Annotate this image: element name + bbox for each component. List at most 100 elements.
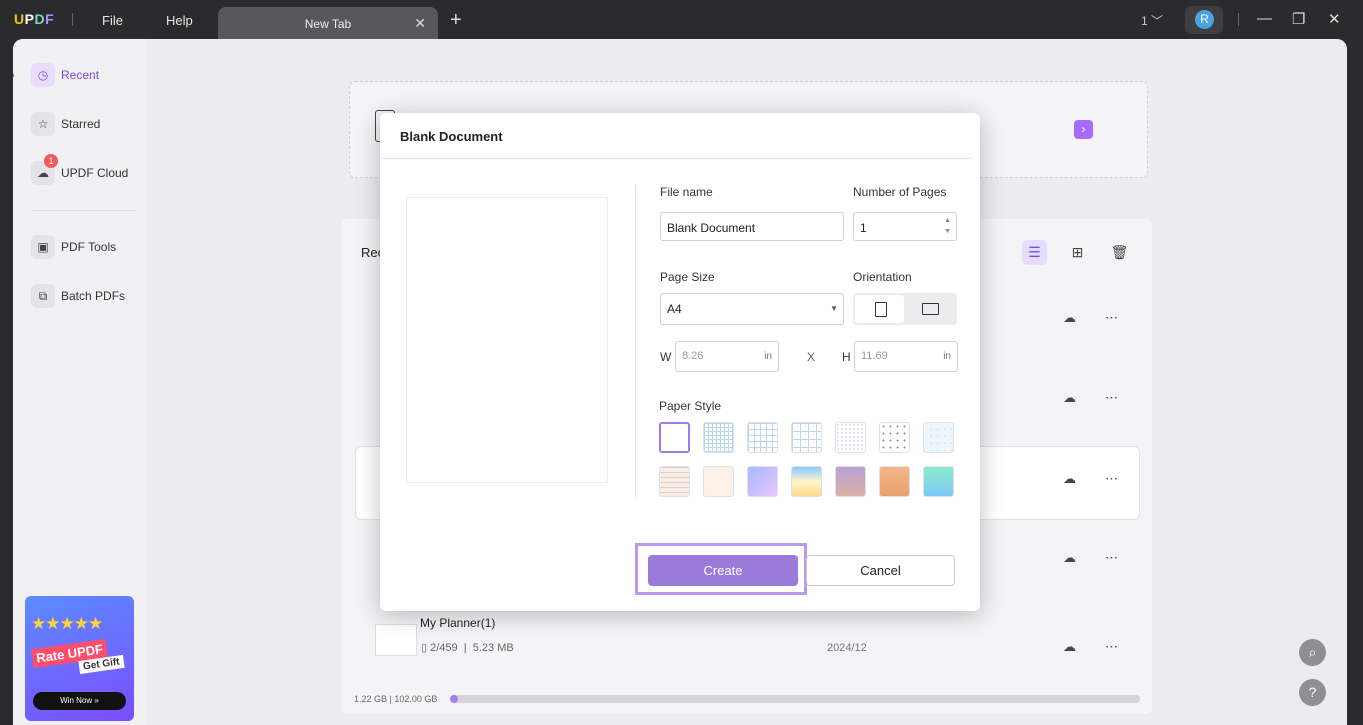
- storage-usage-text: 1.22 GB | 102.00 GB: [354, 694, 438, 704]
- star-icon: ☆: [31, 112, 55, 136]
- cloud-upload-icon[interactable]: ☁: [1063, 471, 1076, 487]
- paper-style-isometric[interactable]: [923, 422, 954, 453]
- list-view-icon[interactable]: ☰: [1022, 240, 1047, 265]
- file-meta: ▯ 2/459 | 5.23 MB: [421, 642, 514, 654]
- paper-style-lined-beige[interactable]: [659, 466, 690, 497]
- page-preview: [407, 198, 607, 482]
- sidebar-item-label: Starred: [61, 117, 101, 131]
- menu-file[interactable]: File: [102, 13, 123, 28]
- cloud-upload-icon[interactable]: ☁: [1063, 310, 1076, 326]
- decrement-icon[interactable]: ▼: [944, 228, 951, 235]
- cloud-upload-icon[interactable]: ☁: [1063, 550, 1076, 566]
- height-label: H: [842, 350, 851, 364]
- sidebar-item-batch-pdfs[interactable]: ⧉ Batch PDFs: [31, 281, 137, 311]
- landscape-page-icon[interactable]: [922, 303, 939, 315]
- title-bar: UPDF File Help New Tab ✕ + 1 ﹀ R — ❐ ✕: [0, 0, 1363, 40]
- tab-new-tab[interactable]: New Tab ✕: [218, 7, 438, 40]
- more-options-icon[interactable]: ⋯: [1105, 390, 1118, 406]
- trash-icon[interactable]: 🗑: [1107, 240, 1132, 265]
- increment-icon[interactable]: ▲: [944, 217, 951, 224]
- paper-style-peach[interactable]: [879, 466, 910, 497]
- file-size: 5.23 MB: [472, 642, 514, 654]
- file-date: 2024/12: [827, 642, 867, 654]
- paper-style-lavender[interactable]: [747, 466, 778, 497]
- storage-progress-fill: [450, 695, 459, 703]
- active-indicator-dot: [13, 73, 14, 78]
- cloud-upload-icon[interactable]: ☁: [1063, 390, 1076, 406]
- paper-style-dots[interactable]: [879, 422, 910, 453]
- paper-style-blank[interactable]: [659, 422, 690, 453]
- more-options-icon[interactable]: ⋯: [1105, 471, 1118, 487]
- clock-icon: ◷: [31, 63, 55, 87]
- file-name-value: Blank Document: [667, 221, 756, 235]
- times-symbol: X: [807, 350, 816, 364]
- list-item[interactable]: My Planner(1) ▯ 2/459 | 5.23 MB 2024/12 …: [355, 606, 1138, 678]
- portrait-option[interactable]: [855, 295, 904, 323]
- number-of-pages-stepper[interactable]: 1 ▲ ▼: [853, 212, 957, 241]
- sidebar-item-recent[interactable]: ◷ Recent: [31, 60, 137, 90]
- paper-style-sky[interactable]: [791, 466, 822, 497]
- width-value: 8.26: [682, 350, 704, 362]
- paper-style-fine-grid[interactable]: [703, 422, 734, 453]
- page-size-select[interactable]: A4 ▼: [660, 293, 844, 325]
- sidebar-item-pdf-tools[interactable]: ▣ PDF Tools: [31, 232, 137, 262]
- close-window-icon[interactable]: ✕: [1328, 10, 1341, 28]
- paper-style-cream[interactable]: [703, 466, 734, 497]
- paper-style-large-grid[interactable]: [791, 422, 822, 453]
- menu-help[interactable]: Help: [166, 13, 193, 28]
- orientation-toggle: [853, 293, 957, 325]
- paper-style-aqua[interactable]: [923, 466, 954, 497]
- number-of-pages-label: Number of Pages: [853, 185, 947, 199]
- rate-updf-promo-banner[interactable]: ★★★★★ Rate UPDF Get Gift Win Now »: [25, 596, 134, 721]
- dialog-vertical-divider: [635, 185, 636, 497]
- win-now-button[interactable]: Win Now »: [33, 692, 126, 710]
- storage-progress-bar: [450, 695, 1140, 703]
- more-options-icon[interactable]: ⋯: [1105, 310, 1118, 326]
- toolbox-icon: ▣: [31, 235, 55, 259]
- height-unit: in: [943, 351, 951, 362]
- file-pages: 2/459: [430, 642, 458, 654]
- sidebar-item-label: UPDF Cloud: [61, 166, 129, 180]
- width-unit: in: [764, 351, 772, 362]
- page-size-label: Page Size: [660, 270, 715, 284]
- help-icon[interactable]: ?: [1299, 679, 1326, 706]
- window-count-dropdown[interactable]: 1 ﹀: [1141, 12, 1163, 29]
- paper-style-grid[interactable]: [747, 422, 778, 453]
- sidebar-item-starred[interactable]: ☆ Starred: [31, 109, 137, 139]
- pages-value: 1: [860, 221, 867, 235]
- account-avatar-button[interactable]: R: [1185, 6, 1223, 34]
- restore-icon[interactable]: ❐: [1292, 10, 1305, 28]
- sidebar-divider: [31, 210, 136, 211]
- search-icon[interactable]: ⌕: [1299, 639, 1326, 666]
- minimize-icon[interactable]: —: [1257, 10, 1272, 27]
- width-input[interactable]: 8.26 in: [675, 341, 779, 372]
- blank-document-dialog: Blank Document File name Blank Document …: [380, 113, 980, 611]
- title-separator-2: [1238, 13, 1239, 26]
- cancel-button[interactable]: Cancel: [806, 555, 955, 586]
- create-button[interactable]: Create: [648, 555, 798, 586]
- more-options-icon[interactable]: ⋯: [1105, 639, 1118, 655]
- window-count: 1: [1141, 14, 1148, 28]
- new-tab-plus-icon[interactable]: +: [450, 9, 462, 32]
- paper-style-label: Paper Style: [659, 399, 722, 413]
- cloud-upload-icon[interactable]: ☁: [1063, 639, 1076, 655]
- updf-logo: UPDF: [14, 11, 55, 27]
- portrait-page-icon: [875, 302, 887, 317]
- height-input[interactable]: 11.69 in: [854, 341, 958, 372]
- sidebar-item-label: PDF Tools: [61, 240, 117, 254]
- file-name-input[interactable]: Blank Document: [660, 212, 844, 241]
- more-options-icon[interactable]: ⋯: [1105, 550, 1118, 566]
- batch-icon: ⧉: [31, 284, 55, 308]
- close-tab-icon[interactable]: ✕: [414, 15, 426, 32]
- paper-style-fine-dots[interactable]: [835, 422, 866, 453]
- dialog-divider: [380, 158, 972, 159]
- sidebar-item-updf-cloud[interactable]: ☁ 1 UPDF Cloud: [31, 154, 137, 188]
- paper-style-dusk[interactable]: [835, 466, 866, 497]
- grid-view-icon[interactable]: ⊞: [1065, 240, 1090, 265]
- sidebar: ◷ Recent ☆ Starred ☁ 1 UPDF Cloud ▣ PDF …: [13, 39, 146, 725]
- dialog-title: Blank Document: [400, 129, 503, 144]
- title-separator: [72, 13, 73, 26]
- file-name-label: File name: [660, 185, 713, 199]
- chevron-right-icon[interactable]: ›: [1074, 120, 1093, 139]
- sidebar-item-label: Batch PDFs: [61, 289, 126, 303]
